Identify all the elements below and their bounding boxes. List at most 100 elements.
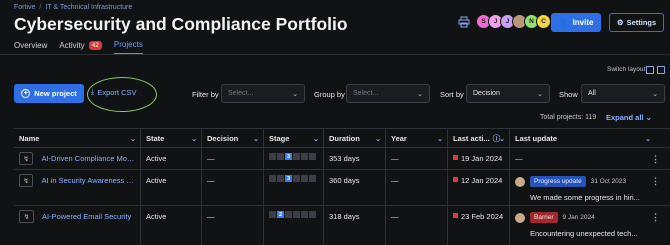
- member-avatars[interactable]: SJJNC: [476, 14, 551, 29]
- download-icon: ⤓: [91, 87, 95, 96]
- expand-all-button[interactable]: Expand all ⌄: [606, 113, 652, 122]
- header-divider: [0, 54, 670, 55]
- projects-table: Name ⌄ State ⌄ Decision ⌄ Stage ⌄ Duration ⌄ …: [14, 128, 670, 245]
- year-cell: —: [386, 148, 448, 169]
- state-cell: Active: [141, 206, 202, 245]
- overdue-indicator: [453, 177, 458, 182]
- project-icon: ↯: [19, 210, 34, 223]
- project-name-link[interactable]: AI-Driven Compliance Moni...: [41, 154, 135, 163]
- chevron-down-icon: ⌄: [375, 135, 381, 143]
- invite-button[interactable]: 👤 Invite: [551, 13, 601, 32]
- export-csv-button[interactable]: ⤓ Export CSV: [91, 87, 137, 97]
- duration-cell: 360 days: [324, 170, 386, 205]
- column-header-decision[interactable]: Decision ⌄: [202, 129, 264, 148]
- plus-icon: +: [21, 89, 31, 98]
- stage-progress-bar: 3: [269, 153, 316, 160]
- show-label: Show: [559, 90, 578, 99]
- progress-update-tag: Progress update: [530, 176, 586, 187]
- state-cell: Active: [141, 170, 202, 205]
- switch-layout-label: Switch layout: [607, 66, 646, 73]
- stage-progress-bar: 3: [269, 175, 316, 182]
- stage-progress-bar: 2: [269, 211, 316, 218]
- stage-cell: 3: [264, 170, 324, 205]
- stage-cell: 3: [264, 148, 324, 169]
- gear-icon: ⚙: [616, 18, 624, 27]
- column-header-last-update[interactable]: Last update ⌄: [510, 129, 655, 148]
- avatar: [515, 176, 525, 187]
- column-header-stage[interactable]: Stage ⌄: [264, 129, 324, 148]
- sort-by-select[interactable]: Decision ⌄: [466, 84, 550, 103]
- column-header-state[interactable]: State ⌄: [141, 129, 202, 148]
- tab-bar: Overview Activity 42 Projects: [14, 40, 143, 55]
- year-cell: —: [386, 206, 448, 245]
- avatar: [515, 212, 525, 223]
- group-by-select[interactable]: Select... ⌄: [346, 84, 430, 103]
- chevron-down-icon: ⌄: [652, 90, 658, 98]
- table-header: Name ⌄ State ⌄ Decision ⌄ Stage ⌄ Duration ⌄ …: [14, 129, 670, 148]
- settings-button[interactable]: ⚙ Settings: [609, 13, 664, 32]
- breadcrumb-item-fortive[interactable]: Fortive: [14, 4, 35, 11]
- last-activity-cell: 12 Jan 2024: [448, 170, 510, 205]
- filter-by-select[interactable]: Select... ⌄: [221, 84, 305, 103]
- project-icon: ↯: [19, 152, 34, 165]
- update-date: 31 Oct 2023: [590, 178, 627, 185]
- state-cell: Active: [141, 148, 202, 169]
- chevron-down-icon: ⌄: [292, 90, 298, 98]
- breadcrumb-item-it[interactable]: IT & Technical Infrastructure: [45, 4, 132, 11]
- column-header-last-activity[interactable]: Last acti... ⓘ ⌄: [448, 129, 510, 148]
- tab-overview[interactable]: Overview: [14, 40, 47, 55]
- sort-by-label: Sort by: [440, 90, 464, 99]
- new-project-button[interactable]: + New project: [14, 84, 84, 103]
- avatar[interactable]: C: [536, 14, 551, 29]
- breadcrumb-separator: /: [39, 4, 42, 11]
- last-update-cell: Progress update 31 Oct 2023 We made some …: [510, 170, 655, 205]
- update-text[interactable]: Encountering unexpected tech...: [515, 229, 638, 238]
- last-activity-cell: 23 Feb 2024: [448, 206, 510, 245]
- column-header-year[interactable]: Year ⌄: [386, 129, 448, 148]
- chevron-down-icon: ⌄: [191, 135, 197, 143]
- tab-projects[interactable]: Projects: [113, 40, 143, 55]
- overdue-indicator: [453, 213, 458, 218]
- group-by-label: Group by: [314, 90, 345, 99]
- grid-layout-icon[interactable]: [657, 66, 665, 74]
- tab-activity[interactable]: Activity 42: [59, 40, 102, 55]
- page-title: Cybersecurity and Compliance Portfolio: [14, 14, 348, 34]
- chevron-down-icon: ⌄: [417, 90, 423, 98]
- decision-cell: —: [202, 206, 264, 245]
- show-select[interactable]: All ⌄: [581, 84, 665, 103]
- row-menu-icon[interactable]: ⋮: [651, 176, 660, 187]
- row-menu-icon[interactable]: ⋮: [651, 154, 660, 165]
- decision-cell: —: [202, 148, 264, 169]
- table-row[interactable]: ↯ AI in Security Awareness Tr... Active —…: [14, 170, 670, 206]
- row-menu-icon[interactable]: ⋮: [651, 212, 660, 223]
- table-row[interactable]: ↯ AI-Driven Compliance Moni... Active — 3…: [14, 148, 670, 170]
- column-header-name[interactable]: Name ⌄: [14, 129, 141, 148]
- barrier-tag: Barrier: [530, 212, 558, 223]
- last-activity-cell: 19 Jan 2024: [448, 148, 510, 169]
- update-date: 9 Jan 2024: [562, 214, 595, 221]
- update-text[interactable]: We made some progress in hiri...: [515, 193, 640, 202]
- project-name-link[interactable]: AI-Powered Email Security: [42, 212, 131, 221]
- chevron-down-icon: ⌄: [253, 135, 259, 143]
- last-update-cell: Barrier 9 Jan 2024 Encountering unexpecte…: [510, 206, 655, 245]
- add-user-icon: 👤: [558, 18, 569, 27]
- chevron-down-icon: ⌄: [313, 135, 319, 143]
- chevron-down-icon: ⌄: [499, 135, 505, 143]
- table-row[interactable]: ↯ AI-Powered Email Security Active — 2 31…: [14, 206, 670, 245]
- column-header-duration[interactable]: Duration ⌄: [324, 129, 386, 148]
- layout-switcher: [646, 66, 665, 74]
- print-icon[interactable]: [458, 16, 470, 28]
- project-name-link[interactable]: AI in Security Awareness Tr...: [41, 176, 135, 185]
- year-cell: —: [386, 170, 448, 205]
- chevron-down-icon: ⌄: [130, 135, 136, 143]
- decision-cell: —: [202, 170, 264, 205]
- project-icon: ↯: [19, 174, 34, 187]
- duration-cell: 353 days: [324, 148, 386, 169]
- table-layout-icon[interactable]: [646, 66, 654, 74]
- total-projects-count: Total projects: 119: [540, 114, 597, 121]
- chevron-down-icon: ⌄: [645, 135, 651, 143]
- breadcrumb: Fortive / IT & Technical Infrastructure: [14, 4, 132, 11]
- chevron-down-icon: ⌄: [537, 90, 543, 98]
- overdue-indicator: [453, 155, 458, 160]
- chevron-down-icon: ⌄: [645, 113, 652, 122]
